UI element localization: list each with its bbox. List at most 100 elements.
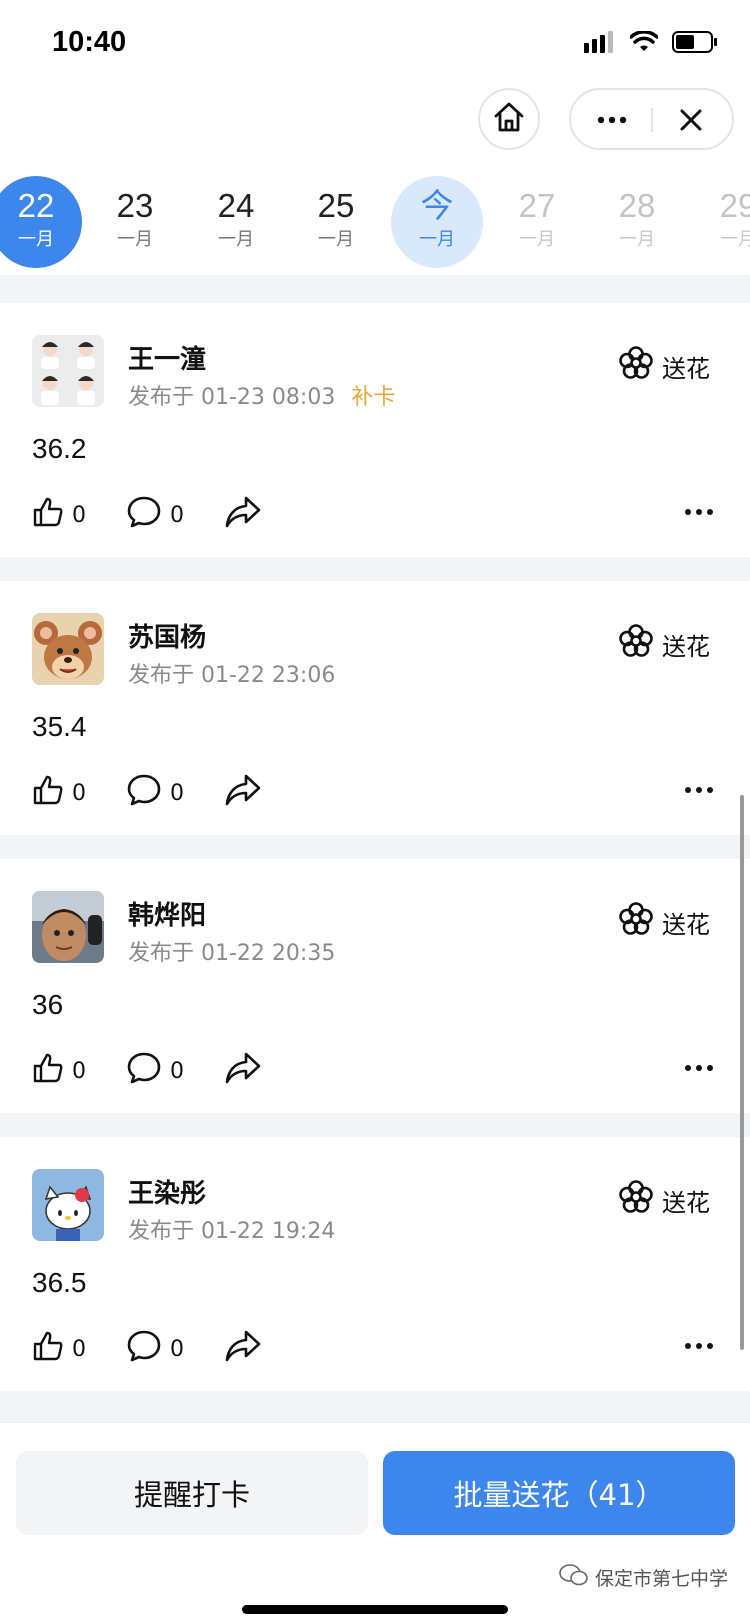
like-button[interactable]: 0 (32, 496, 86, 534)
comment-count: 0 (170, 1058, 184, 1084)
watermark-text: 保定市第七中学 (594, 1568, 728, 1590)
feed-list: 王一潼 发布于 01-23 08:03 补卡 送花 36.2 0 0 苏国杨 发… (0, 303, 750, 1415)
post-actions: 0 0 (32, 1329, 302, 1369)
like-button[interactable]: 0 (32, 1052, 86, 1090)
author-name: 王染彤 (128, 1179, 207, 1209)
date-item-25[interactable]: 25 一月 (290, 176, 382, 268)
more-dots-icon (684, 1059, 714, 1078)
send-flower-button[interactable]: 送花 (618, 345, 710, 387)
author-name: 韩烨阳 (128, 901, 207, 931)
home-indicator (242, 1605, 508, 1614)
thumbs-up-icon (32, 1330, 64, 1368)
share-button[interactable] (224, 773, 262, 813)
like-button[interactable]: 0 (32, 1330, 86, 1368)
post-value: 35.4 (32, 711, 87, 742)
status-time: 10:40 (52, 26, 127, 58)
post-more-button[interactable] (684, 503, 714, 522)
share-icon (224, 773, 262, 813)
comment-button[interactable]: 0 (126, 773, 184, 813)
post-value: 36.2 (32, 433, 87, 464)
comment-icon (126, 495, 162, 535)
flower-icon (618, 623, 654, 665)
more-menu-icon[interactable] (597, 108, 627, 136)
share-button[interactable] (224, 1329, 262, 1369)
like-count: 0 (72, 502, 86, 528)
send-flower-button[interactable]: 送花 (618, 901, 710, 943)
avatar[interactable] (32, 1169, 104, 1241)
more-dots-icon (684, 503, 714, 522)
post-meta: 发布于 01-22 23:06 (128, 657, 335, 689)
date-item-24[interactable]: 24 一月 (190, 176, 282, 268)
post-card: 王染彤 发布于 01-22 19:24 送花 36.5 0 0 (0, 1137, 750, 1391)
like-count: 0 (72, 780, 86, 806)
scrollbar[interactable] (740, 795, 744, 1350)
post-meta: 发布于 01-22 20:35 (128, 935, 335, 967)
post-time: 发布于 01-22 20:35 (128, 941, 336, 966)
date-item-28: 28 一月 (618, 187, 656, 251)
comment-button[interactable]: 0 (126, 495, 184, 535)
more-dots-icon (684, 1337, 714, 1356)
date-item-today[interactable]: 今 一月 (391, 176, 483, 268)
post-value: 36.5 (32, 1267, 87, 1298)
batch-send-flower-button[interactable]: 批量送花（41） (383, 1451, 735, 1535)
avatar[interactable] (32, 335, 104, 407)
send-flower-label: 送花 (662, 632, 710, 661)
post-actions: 0 0 (32, 773, 302, 813)
battery-icon (672, 30, 718, 58)
remind-checkin-button[interactable]: 提醒打卡 (16, 1451, 368, 1535)
post-card: 韩烨阳 发布于 01-22 20:35 送花 36 0 0 (0, 859, 750, 1113)
author-name: 苏国杨 (128, 623, 207, 653)
post-value: 36 (32, 989, 64, 1020)
comment-button[interactable]: 0 (126, 1051, 184, 1091)
send-flower-label: 送花 (662, 910, 710, 939)
flower-icon (618, 345, 654, 387)
post-more-button[interactable] (684, 1337, 714, 1356)
comment-count: 0 (170, 1336, 184, 1362)
author-name: 王一潼 (128, 345, 207, 375)
send-flower-label: 送花 (662, 1188, 710, 1217)
comment-icon (126, 1051, 162, 1091)
post-meta: 发布于 01-23 08:03 补卡 (128, 379, 395, 411)
post-actions: 0 0 (32, 1051, 302, 1091)
like-button[interactable]: 0 (32, 774, 86, 812)
date-item-27: 27 一月 (518, 187, 556, 251)
share-icon (224, 495, 262, 535)
comment-button[interactable]: 0 (126, 1329, 184, 1369)
share-button[interactable] (224, 495, 262, 535)
wechat-icon (559, 1563, 589, 1592)
date-item-23[interactable]: 23 一月 (89, 176, 181, 268)
makeup-tag: 补卡 (351, 385, 396, 410)
post-more-button[interactable] (684, 1059, 714, 1078)
avatar[interactable] (32, 891, 104, 963)
avatar[interactable] (32, 613, 104, 685)
date-item-29: 29 一月 (719, 187, 750, 251)
send-flower-button[interactable]: 送花 (618, 623, 710, 665)
thumbs-up-icon (32, 1052, 64, 1090)
close-icon[interactable] (677, 106, 705, 138)
nav-area (0, 80, 750, 160)
post-more-button[interactable] (684, 781, 714, 800)
date-item-22[interactable]: 22 一月 (0, 176, 82, 268)
watermark: 保定市第七中学 (559, 1563, 728, 1592)
post-time: 发布于 01-22 19:24 (128, 1219, 336, 1244)
send-flower-label: 送花 (662, 354, 710, 383)
like-count: 0 (72, 1058, 86, 1084)
post-actions: 0 0 (32, 495, 302, 535)
mini-program-capsule (569, 88, 734, 150)
wifi-icon (629, 30, 659, 57)
thumbs-up-icon (32, 496, 64, 534)
share-button[interactable] (224, 1051, 262, 1091)
comment-count: 0 (170, 780, 184, 806)
capsule-divider (651, 108, 653, 132)
flower-icon (618, 901, 654, 943)
share-icon (224, 1051, 262, 1091)
home-button[interactable] (478, 88, 540, 150)
more-dots-icon (684, 781, 714, 800)
send-flower-button[interactable]: 送花 (618, 1179, 710, 1221)
post-meta: 发布于 01-22 19:24 (128, 1213, 335, 1245)
bottom-action-bar: 提醒打卡 批量送花（41） 保定市第七中学 (0, 1422, 750, 1623)
comment-icon (126, 1329, 162, 1369)
status-bar: 10:40 (0, 0, 750, 90)
thumbs-up-icon (32, 774, 64, 812)
status-icons (584, 30, 718, 58)
